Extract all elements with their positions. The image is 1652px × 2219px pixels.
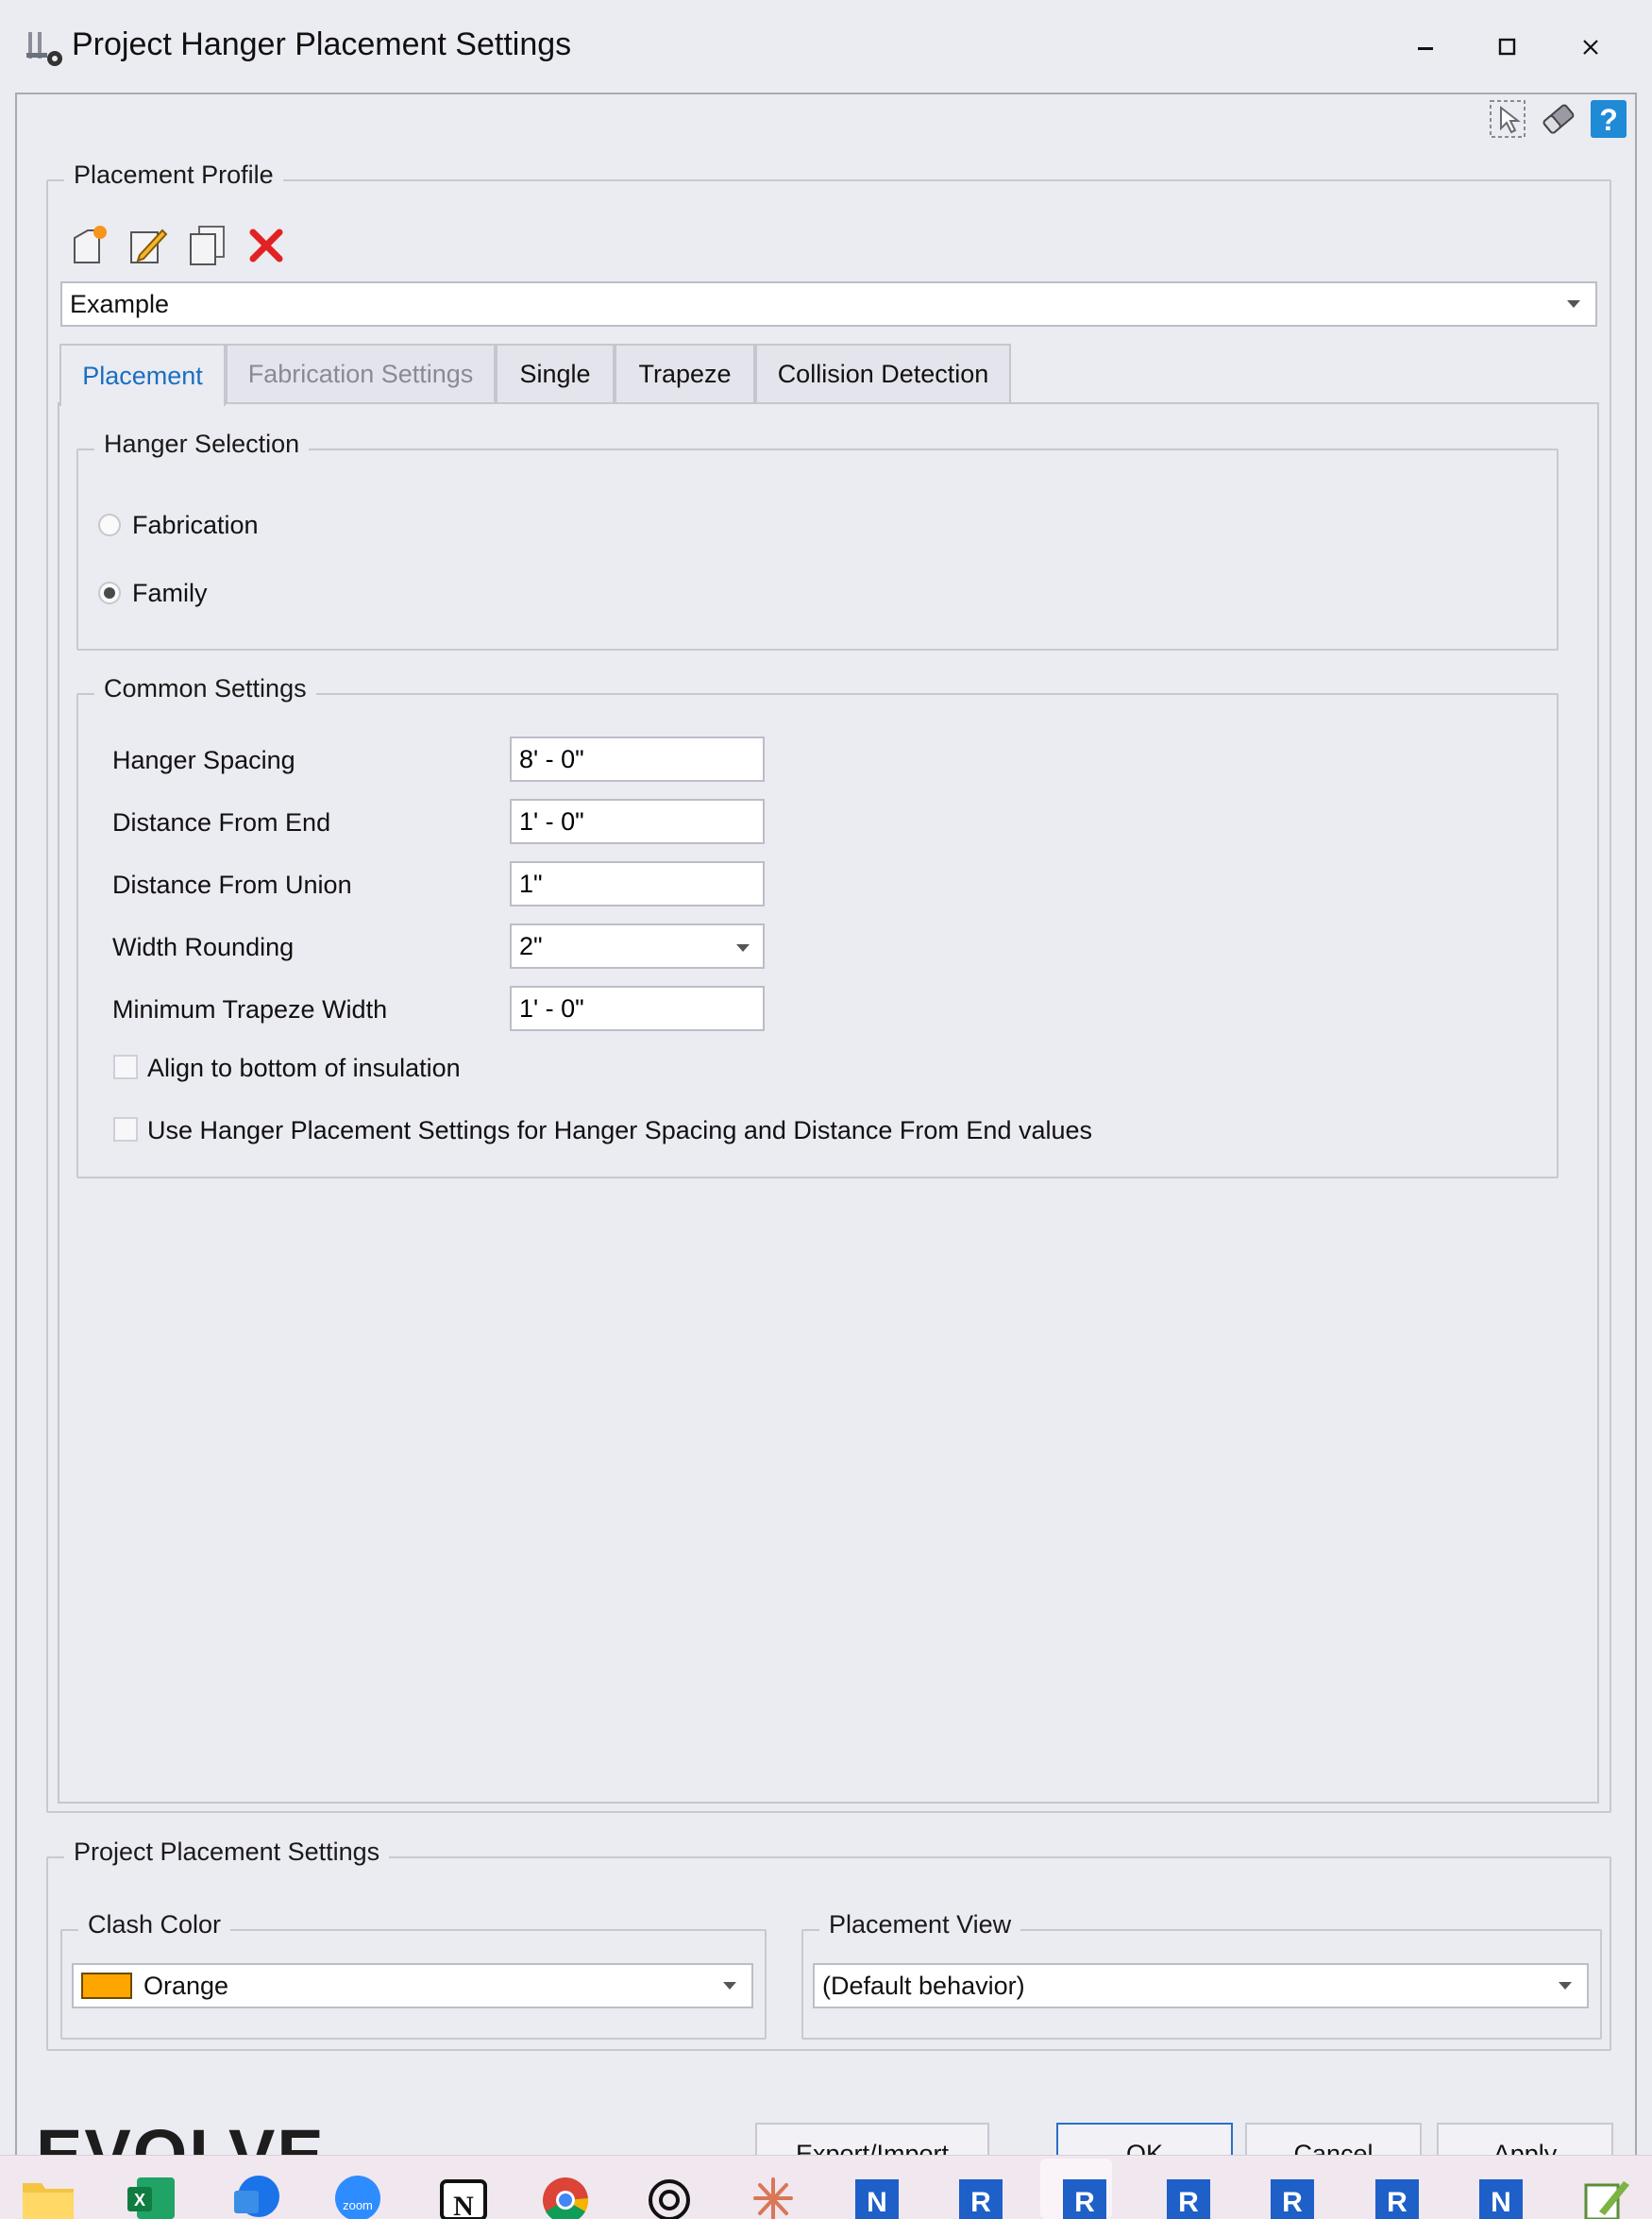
tab-label: Placement: [82, 361, 203, 390]
svg-text:N: N: [867, 2187, 887, 2218]
delete-profile-icon[interactable]: [245, 223, 287, 266]
align-insulation-checkbox[interactable]: [113, 1055, 138, 1079]
use-hanger-placement-label[interactable]: Use Hanger Placement Settings for Hanger…: [147, 1116, 1092, 1145]
svg-text:R: R: [1387, 2187, 1408, 2218]
svg-text:R: R: [1282, 2187, 1303, 2218]
chrome-icon[interactable]: [538, 2170, 593, 2219]
evolve-logo: EVOLVE: [36, 2115, 326, 2155]
clash-color-select[interactable]: Orange: [72, 1963, 753, 2008]
revit-r-icon[interactable]: R: [1370, 2170, 1424, 2219]
placement-profile-label: Placement Profile: [64, 161, 283, 190]
common-settings-label: Common Settings: [94, 674, 316, 703]
minimum-trapeze-width-field[interactable]: 1' - 0": [510, 986, 765, 1031]
distance-from-end-label: Distance From End: [112, 808, 331, 837]
project-placement-label: Project Placement Settings: [64, 1838, 390, 1867]
sharepoint-icon[interactable]: [228, 2170, 283, 2219]
distance-from-union-label: Distance From Union: [112, 871, 352, 899]
tab-label: Trapeze: [638, 359, 732, 388]
maximize-button[interactable]: [1475, 19, 1541, 76]
claude-icon[interactable]: [746, 2170, 801, 2219]
tab-label: Fabrication Settings: [247, 359, 474, 388]
file-explorer-icon[interactable]: [21, 2170, 76, 2219]
distance-from-end-field[interactable]: 1' - 0": [510, 799, 765, 844]
placement-view-select[interactable]: (Default behavior): [813, 1963, 1589, 2008]
zoom-icon[interactable]: zoom: [330, 2170, 385, 2219]
tab-fabrication-settings[interactable]: Fabrication Settings: [226, 344, 496, 402]
maximize-icon: [1498, 38, 1516, 56]
minimum-trapeze-width-label: Minimum Trapeze Width: [112, 995, 388, 1024]
hanger-spacing-field[interactable]: 8' - 0": [510, 737, 765, 782]
svg-text:zoom: zoom: [343, 2198, 373, 2212]
chevron-down-icon: [1567, 300, 1580, 308]
chevron-down-icon: [1559, 1982, 1572, 1990]
chevron-down-icon: [723, 1982, 736, 1990]
hanger-selection-group: [76, 449, 1559, 651]
revit-n-icon[interactable]: N: [1474, 2170, 1528, 2219]
common-settings-group: [76, 693, 1559, 1178]
svg-text:N: N: [453, 2191, 474, 2219]
hanger-settings-icon: [26, 32, 62, 66]
svg-text:?: ?: [1599, 103, 1618, 137]
placement-view-value: (Default behavior): [822, 1971, 1025, 2000]
notepad-icon[interactable]: [1578, 2170, 1633, 2219]
minimize-icon: [1418, 47, 1433, 50]
eraser-icon[interactable]: [1539, 98, 1578, 140]
family-radio-label[interactable]: Family: [132, 579, 208, 608]
window-title: Project Hanger Placement Settings: [72, 26, 572, 62]
tab-trapeze[interactable]: Trapeze: [615, 344, 755, 402]
help-icon[interactable]: ?: [1589, 98, 1628, 140]
hanger-spacing-label: Hanger Spacing: [112, 746, 295, 774]
svg-text:X: X: [134, 2191, 145, 2210]
clash-color-value: Orange: [143, 1971, 229, 2000]
minimize-button[interactable]: [1392, 19, 1458, 76]
tab-collision-detection[interactable]: Collision Detection: [755, 344, 1011, 402]
revit-r-icon[interactable]: R: [953, 2170, 1008, 2219]
title-bar: Project Hanger Placement Settings: [0, 0, 1652, 94]
width-rounding-select[interactable]: 2": [510, 923, 765, 969]
revit-r-icon[interactable]: R: [1265, 2170, 1320, 2219]
svg-text:N: N: [1491, 2187, 1511, 2218]
tab-single[interactable]: Single: [496, 344, 615, 402]
placement-view-label: Placement View: [819, 1910, 1021, 1940]
copy-profile-icon[interactable]: [186, 223, 228, 266]
excel-icon[interactable]: X: [124, 2170, 178, 2219]
close-icon: [1583, 40, 1598, 55]
width-rounding-value: 2": [519, 931, 543, 960]
revit-r-icon[interactable]: R: [1057, 2170, 1112, 2219]
hanger-selection-label: Hanger Selection: [94, 430, 310, 459]
edit-profile-icon[interactable]: [126, 223, 168, 266]
fabrication-radio[interactable]: [98, 514, 121, 536]
close-button[interactable]: [1558, 19, 1624, 76]
fabrication-radio-label[interactable]: Fabrication: [132, 511, 259, 540]
openai-icon[interactable]: [642, 2170, 697, 2219]
profile-select[interactable]: Example: [60, 281, 1597, 327]
tab-placement[interactable]: Placement: [59, 344, 226, 406]
align-insulation-label[interactable]: Align to bottom of insulation: [147, 1054, 461, 1083]
chevron-down-icon: [736, 944, 750, 952]
notion-icon[interactable]: N: [436, 2170, 491, 2219]
tab-label: Collision Detection: [777, 359, 989, 388]
revit-n-icon[interactable]: N: [850, 2170, 904, 2219]
distance-from-union-field[interactable]: 1": [510, 861, 765, 906]
svg-text:R: R: [1074, 2187, 1095, 2218]
new-profile-icon[interactable]: [69, 223, 110, 266]
clash-color-label: Clash Color: [78, 1910, 231, 1940]
svg-text:R: R: [1178, 2187, 1199, 2218]
svg-text:R: R: [970, 2187, 991, 2218]
width-rounding-label: Width Rounding: [112, 933, 295, 961]
tab-label: Single: [519, 359, 591, 388]
orange-swatch: [81, 1973, 132, 1999]
family-radio[interactable]: [98, 582, 121, 604]
select-element-icon[interactable]: [1488, 98, 1527, 140]
profile-select-value: Example: [70, 289, 170, 318]
revit-r-icon[interactable]: R: [1161, 2170, 1216, 2219]
use-hanger-placement-checkbox[interactable]: [113, 1117, 138, 1142]
